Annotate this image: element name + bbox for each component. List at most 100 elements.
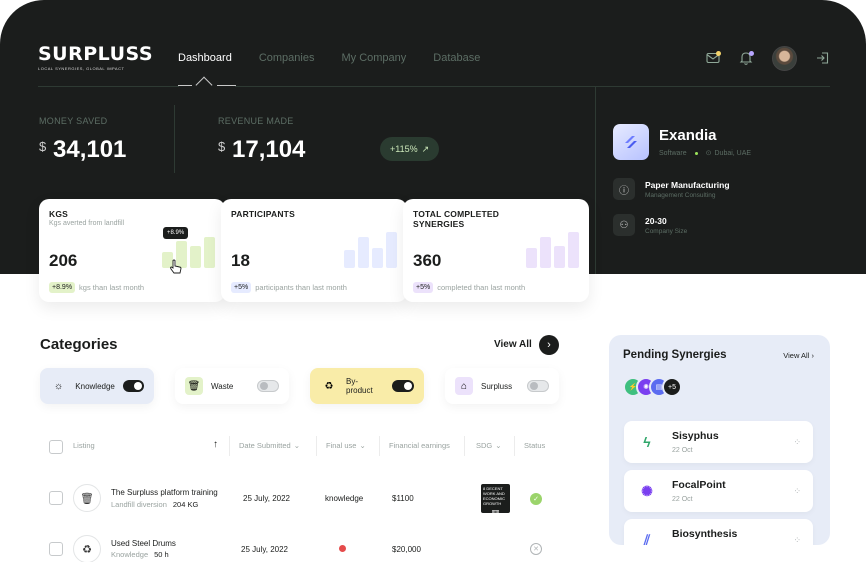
row-earnings: $20,000 bbox=[392, 545, 421, 554]
trend-up-icon: ↗ bbox=[421, 143, 430, 154]
revenue-currency: $ bbox=[218, 139, 226, 154]
participants-footer-text: participants than last month bbox=[255, 283, 347, 292]
chevron-down-icon: ⌄ bbox=[359, 441, 366, 450]
pending-item-focalpoint[interactable]: ✺ FocalPoint 22 Oct ⁘ bbox=[624, 470, 813, 512]
mini-chart-bar bbox=[358, 237, 369, 268]
pending-item-sisyphus[interactable]: ϟ Sisyphus 22 Oct ⁘ bbox=[624, 421, 813, 463]
pending-item-name: Sisyphus bbox=[672, 430, 719, 442]
company-logo[interactable] bbox=[613, 124, 649, 160]
synergies-card-value: 360 bbox=[413, 251, 442, 270]
waste-toggle[interactable] bbox=[257, 380, 279, 392]
money-saved-value: 34,101 bbox=[53, 136, 127, 163]
avatar[interactable] bbox=[772, 46, 797, 71]
header-divider bbox=[38, 86, 830, 87]
row-checkbox[interactable] bbox=[49, 491, 63, 505]
logout-icon[interactable] bbox=[815, 50, 831, 66]
participants-card-title: PARTICIPANTS bbox=[231, 209, 295, 219]
main-nav: Dashboard Companies My Company Database bbox=[178, 52, 480, 64]
pending-item-name: Biosynthesis bbox=[672, 528, 738, 540]
category-surpluss-label: Surpluss bbox=[481, 381, 513, 391]
lightning-icon: ϟ bbox=[643, 434, 651, 450]
category-knowledge-label: Knowledge bbox=[75, 381, 115, 391]
row-checkbox[interactable] bbox=[49, 542, 63, 556]
money-saved-label: MONEY SAVED bbox=[39, 116, 108, 126]
chevron-right-icon: › bbox=[547, 339, 551, 351]
kgs-footer-text: kgs than last month bbox=[79, 283, 145, 292]
sort-arrow-up-icon[interactable]: ↑ bbox=[213, 439, 218, 450]
row-final-use: knowledge bbox=[325, 494, 364, 503]
logo-wordmark: SURPLUSS bbox=[38, 43, 154, 65]
stats-divider bbox=[174, 105, 175, 173]
category-waste[interactable]: 🗑 Waste bbox=[175, 368, 289, 404]
mail-notification-dot bbox=[716, 51, 721, 56]
more-options-icon[interactable]: ⁘ bbox=[793, 535, 801, 545]
column-financial-earnings[interactable]: Financial earnings bbox=[389, 441, 450, 450]
mini-chart-bar bbox=[386, 232, 397, 268]
chart-tooltip: +8.9% bbox=[163, 227, 189, 239]
mini-chart-bar bbox=[372, 248, 383, 268]
column-listing[interactable]: Listing bbox=[73, 441, 95, 450]
pending-item-name: FocalPoint bbox=[672, 479, 726, 491]
more-options-icon[interactable]: ⁘ bbox=[793, 486, 801, 497]
bell-notification-dot bbox=[749, 51, 754, 56]
warehouse-icon: ⌂ bbox=[455, 377, 473, 395]
column-final-use[interactable]: Final use ⌄ bbox=[326, 441, 366, 450]
logo-tagline: LOCAL SYNERGIES, GLOBAL IMPACT bbox=[38, 66, 125, 71]
surpluss-toggle[interactable] bbox=[527, 380, 549, 392]
chevron-down-icon: ⌄ bbox=[293, 441, 300, 450]
by-product-toggle[interactable] bbox=[392, 380, 414, 392]
category-by-product[interactable]: ♻ By-product bbox=[310, 368, 424, 404]
column-date-submitted[interactable]: Date Submitted ⌄ bbox=[239, 441, 300, 450]
status-cancelled-icon: ✕ bbox=[530, 543, 542, 555]
app-frame: SURPLUSS LOCAL SYNERGIES, GLOBAL IMPACT … bbox=[0, 0, 866, 562]
participants-mini-chart bbox=[344, 232, 397, 268]
row-earnings: $1100 bbox=[392, 494, 414, 503]
knowledge-toggle[interactable] bbox=[122, 380, 144, 392]
chevron-right-icon: › bbox=[811, 351, 815, 360]
active-tab-underline bbox=[178, 85, 192, 86]
money-saved-currency: $ bbox=[39, 139, 47, 154]
mini-chart-bar bbox=[204, 237, 215, 268]
column-sdg[interactable]: SDG ⌄ bbox=[476, 441, 502, 450]
stripes-icon: ⫽ bbox=[643, 531, 651, 546]
synergies-card-title: TOTAL COMPLETED SYNERGIES bbox=[413, 209, 500, 229]
kgs-growth-badge: +8.9% bbox=[49, 282, 76, 293]
more-options-icon[interactable]: ⁘ bbox=[793, 437, 801, 448]
recycle-icon: ♻ bbox=[324, 380, 334, 392]
categories-view-all-button[interactable]: › bbox=[539, 335, 559, 355]
category-surpluss[interactable]: ⌂ Surpluss bbox=[445, 368, 559, 404]
company-industry-sub: Management Consulting bbox=[645, 191, 716, 199]
chevron-down-icon: ⌄ bbox=[495, 441, 502, 450]
tab-my-company[interactable]: My Company bbox=[341, 52, 406, 64]
participants-card: PARTICIPANTS 18 +5% participants than la… bbox=[221, 199, 407, 302]
pending-avatars[interactable]: ⚡ ✺ ▤ +5 bbox=[623, 377, 682, 397]
pending-item-date: 22 Oct bbox=[672, 496, 693, 503]
exandia-logo-icon bbox=[625, 136, 637, 148]
pending-item-biosynthesis[interactable]: ⫽ Biosynthesis ⁘ bbox=[624, 519, 813, 545]
row-title: Used Steel Drums bbox=[111, 539, 176, 548]
location-pin-icon: ⊙ bbox=[705, 150, 712, 157]
mini-chart-bar bbox=[344, 250, 355, 268]
kgs-card-title: KGS bbox=[49, 209, 69, 219]
column-status[interactable]: Status bbox=[524, 441, 545, 450]
categories-view-all-link[interactable]: View All bbox=[494, 339, 532, 350]
pending-view-all-link[interactable]: View All › bbox=[783, 351, 814, 360]
tab-database[interactable]: Database bbox=[433, 52, 480, 64]
select-all-checkbox[interactable] bbox=[49, 440, 63, 454]
tab-companies[interactable]: Companies bbox=[259, 52, 315, 64]
recycle-icon: ♻ bbox=[73, 535, 101, 562]
lightbulb-icon: ☼ bbox=[54, 380, 64, 392]
pending-item-date: 22 Oct bbox=[672, 447, 693, 454]
more-avatars-count: +5 bbox=[662, 377, 682, 397]
surpluss-logo[interactable]: SURPLUSS LOCAL SYNERGIES, GLOBAL IMPACT bbox=[38, 44, 153, 71]
revenue-growth-value: +115% bbox=[390, 144, 418, 154]
mini-chart-bar bbox=[568, 232, 579, 268]
category-knowledge[interactable]: ☼ Knowledge bbox=[40, 368, 154, 404]
company-name: Exandia bbox=[659, 127, 717, 144]
tab-dashboard[interactable]: Dashboard bbox=[178, 52, 232, 64]
synergies-footer-text: completed than last month bbox=[437, 283, 526, 292]
final-use-status-dot bbox=[339, 545, 346, 552]
company-type: Software bbox=[659, 149, 687, 157]
sdg-badge: 8 DECENT WORK AND ECONOMIC GROWTH ▥ bbox=[481, 484, 510, 518]
mini-chart-bar bbox=[554, 246, 565, 268]
